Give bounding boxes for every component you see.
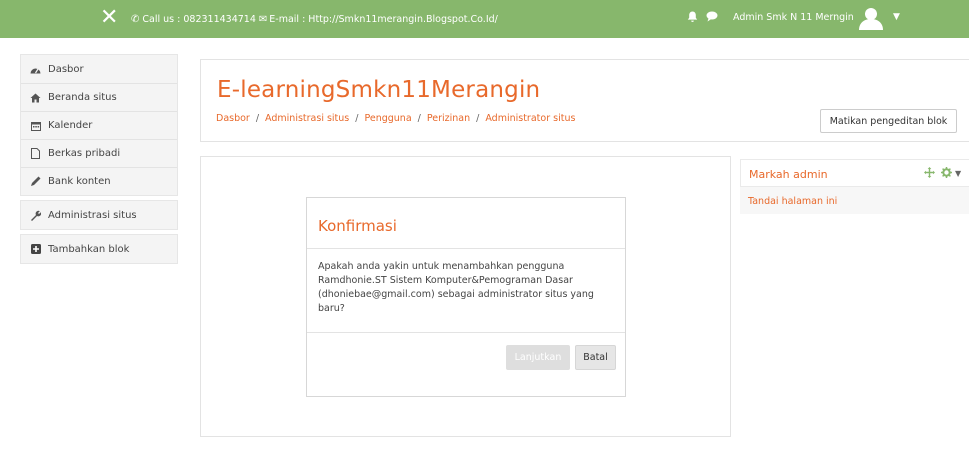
page-title: E-learningSmkn11Merangin	[217, 77, 541, 103]
sidebar-item-label: Tambahkan blok	[48, 243, 130, 255]
bell-icon[interactable]	[687, 11, 698, 26]
file-icon	[30, 148, 41, 159]
breadcrumb: Dasbor / Administrasi situs / Pengguna /…	[216, 113, 575, 124]
caret-down-icon[interactable]: ▼	[893, 12, 900, 22]
mail-icon: ✉	[258, 13, 268, 25]
dialog-message: Apakah anda yakin untuk menambahkan peng…	[318, 261, 594, 314]
block-header: Markah admin ▼	[740, 159, 969, 187]
close-icon[interactable]: ✕	[100, 7, 118, 29]
sidebar-item-beranda-situs[interactable]: Beranda situs	[21, 83, 177, 111]
main-content: Konfirmasi Apakah anda yakin untuk menam…	[200, 156, 731, 437]
sidebar-item-label: Dasbor	[48, 63, 84, 75]
dialog-title: Konfirmasi	[318, 217, 397, 235]
sidebar-admin-block: Administrasi situs	[20, 200, 178, 230]
dashboard-icon	[30, 64, 41, 75]
calendar-icon	[30, 120, 41, 131]
cancel-button[interactable]: Batal	[575, 345, 616, 370]
sidebar-item-label: Administrasi situs	[48, 209, 137, 221]
bookmark-page-link[interactable]: Tandai halaman ini	[748, 196, 837, 207]
pencil-icon	[30, 176, 41, 187]
sidebar-item-dasbor[interactable]: Dasbor	[21, 55, 177, 83]
sidebar-addblock-block: Tambahkan blok	[20, 234, 178, 264]
phone-text: Call us : 082311434714	[142, 13, 256, 25]
page-header: E-learningSmkn11Merangin Dasbor / Admini…	[200, 59, 969, 142]
user-avatar-icon[interactable]	[858, 6, 884, 30]
breadcrumb-item-pengguna[interactable]: Pengguna	[364, 113, 411, 124]
sidebar-item-kalender[interactable]: Kalender	[21, 111, 177, 139]
email-text: E-mail : Http://Smkn11merangin.Blogspot.…	[269, 13, 498, 25]
move-icon[interactable]	[924, 167, 935, 181]
breadcrumb-separator: /	[355, 113, 359, 124]
sidebar-item-bank-konten[interactable]: Bank konten	[21, 167, 177, 195]
breadcrumb-separator: /	[417, 113, 421, 124]
breadcrumb-item-perizinan[interactable]: Perizinan	[427, 113, 470, 124]
dialog-divider	[307, 332, 625, 333]
sidebar-item-label: Berkas pribadi	[48, 148, 121, 159]
sidebar-item-administrasi-situs[interactable]: Administrasi situs	[21, 201, 177, 229]
sidebar: Dasbor Beranda situs Kalender Berkas pri…	[20, 54, 178, 268]
wrench-icon	[30, 210, 41, 221]
breadcrumb-item-administrator-situs[interactable]: Administrator situs	[485, 113, 575, 124]
confirm-dialog: Konfirmasi Apakah anda yakin untuk menam…	[306, 197, 626, 397]
breadcrumb-item-administrasi-situs[interactable]: Administrasi situs	[265, 113, 349, 124]
home-icon	[30, 92, 41, 103]
continue-button[interactable]: Lanjutkan	[506, 345, 570, 370]
admin-bookmarks-block: Markah admin ▼ Tandai halaman ini	[740, 159, 969, 214]
caret-down-icon[interactable]: ▼	[955, 169, 961, 178]
phone-icon: ✆	[131, 13, 140, 25]
breadcrumb-separator: /	[476, 113, 480, 124]
chat-icon[interactable]	[706, 11, 718, 25]
sidebar-nav-block: Dasbor Beranda situs Kalender Berkas pri…	[20, 54, 178, 196]
gear-icon[interactable]	[941, 167, 952, 181]
contact-info: ✆ Call us : 082311434714 ✉ E-mail : Http…	[131, 12, 498, 26]
sidebar-item-label: Beranda situs	[48, 92, 117, 103]
sidebar-item-berkas-pribadi[interactable]: Berkas pribadi	[21, 139, 177, 167]
dialog-divider	[307, 248, 625, 249]
user-name[interactable]: Admin Smk N 11 Merngin	[733, 12, 854, 23]
breadcrumb-separator: /	[255, 113, 260, 124]
top-navbar: ✕ ✆ Call us : 082311434714 ✉ E-mail : Ht…	[0, 0, 969, 38]
breadcrumb-item-dasbor[interactable]: Dasbor	[216, 113, 250, 124]
plus-square-icon	[30, 244, 41, 255]
sidebar-item-label: Bank konten	[48, 176, 111, 187]
sidebar-item-tambahkan-blok[interactable]: Tambahkan blok	[21, 235, 177, 263]
block-title: Markah admin	[749, 168, 828, 181]
sidebar-item-label: Kalender	[48, 120, 93, 131]
toggle-editing-button[interactable]: Matikan pengeditan blok	[820, 109, 957, 133]
